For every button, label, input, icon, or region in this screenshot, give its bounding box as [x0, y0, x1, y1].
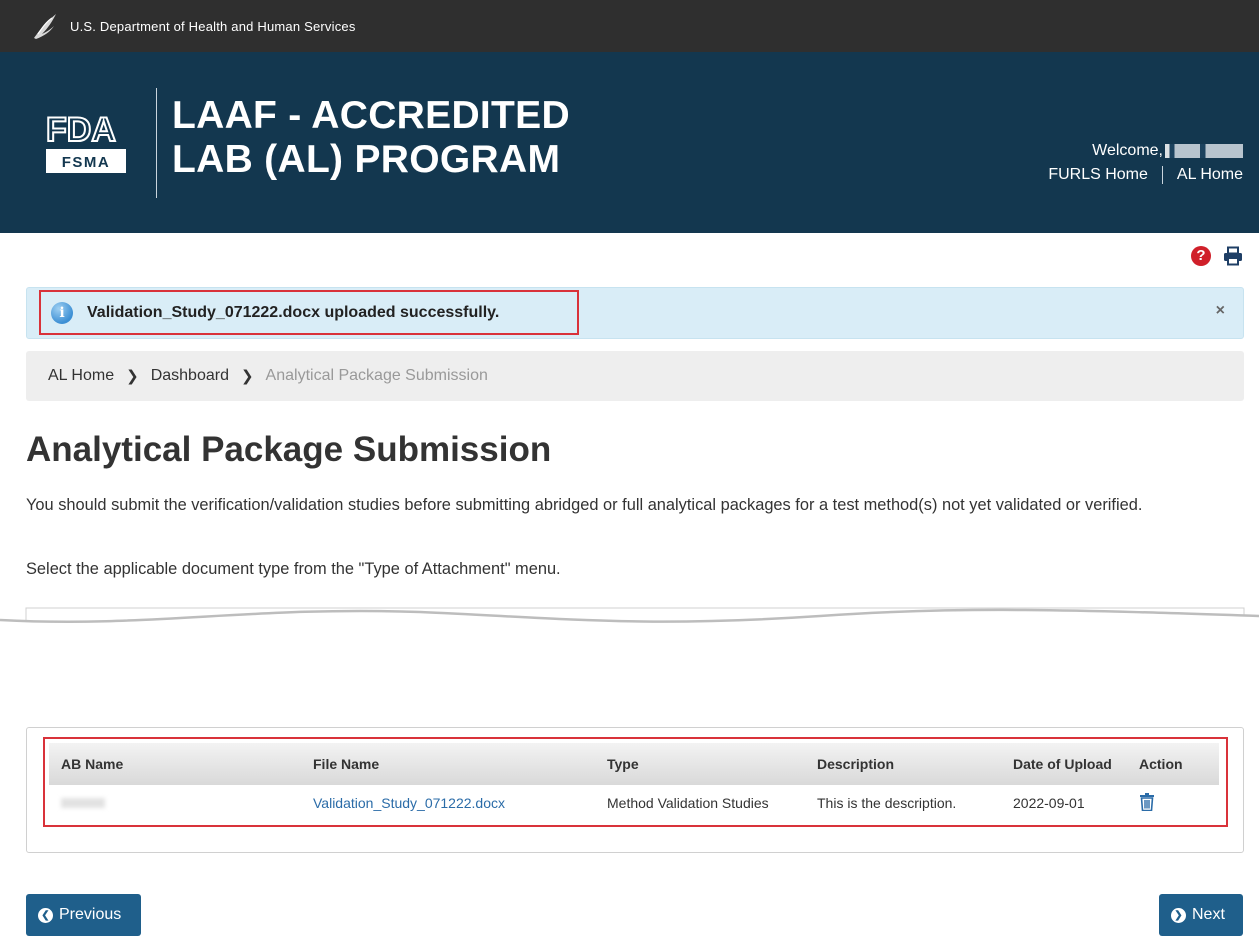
- fda-fsma-logo: FDA FSMA: [45, 110, 126, 173]
- chevron-right-circle-icon: ❯: [1171, 907, 1186, 923]
- breadcrumb-current: Analytical Package Submission: [265, 367, 488, 384]
- alert-highlight-box: i Validation_Study_071222.docx uploaded …: [39, 290, 579, 335]
- print-icon[interactable]: [1223, 246, 1243, 266]
- col-file-name: File Name: [313, 756, 380, 772]
- upload-success-alert: i Validation_Study_071222.docx uploaded …: [26, 287, 1244, 339]
- logo-fda-text: FDA: [46, 111, 116, 149]
- description-cell: This is the description.: [817, 795, 957, 811]
- col-action: Action: [1139, 756, 1183, 772]
- user-name-redacted: [1165, 144, 1243, 158]
- welcome-text: Welcome,: [1092, 142, 1163, 159]
- file-name-cell: Validation_Study_071222.docx: [301, 785, 595, 821]
- chevron-right-icon: ❯: [126, 368, 139, 385]
- attachments-highlight-box: AB Name File Name Type Description Date …: [43, 737, 1228, 827]
- app-title: LAAF - ACCREDITED LAB (AL) PROGRAM: [172, 94, 570, 182]
- col-date-of-upload: Date of Upload: [1013, 756, 1112, 772]
- attachments-table: AB Name File Name Type Description Date …: [49, 743, 1219, 821]
- trash-icon[interactable]: [1139, 792, 1155, 811]
- type-cell: Method Validation Studies: [607, 795, 769, 811]
- app-title-line1: LAAF - ACCREDITED: [172, 94, 570, 137]
- file-link[interactable]: Validation_Study_071222.docx: [313, 795, 505, 811]
- ab-name-cell: [49, 785, 301, 821]
- question-circle-icon[interactable]: ?: [1191, 246, 1211, 266]
- attachments-panel: AB Name File Name Type Description Date …: [26, 727, 1244, 853]
- col-type: Type: [607, 756, 639, 772]
- site-header: FDA FSMA LAAF - ACCREDITED LAB (AL) PROG…: [0, 52, 1259, 233]
- instruction-text: Select the applicable document type from…: [26, 560, 561, 578]
- page-tools: ?: [1191, 246, 1243, 266]
- col-description: Description: [817, 756, 895, 772]
- intro-text: You should submit the verification/valid…: [26, 496, 1143, 514]
- page-title: Analytical Package Submission: [26, 430, 552, 469]
- hhs-top-bar: U.S. Department of Health and Human Serv…: [0, 0, 1259, 52]
- info-icon: i: [51, 301, 73, 324]
- next-label: Next: [1192, 906, 1225, 923]
- al-home-link[interactable]: AL Home: [1177, 164, 1243, 186]
- previous-label: Previous: [59, 906, 122, 923]
- close-icon[interactable]: ×: [1216, 302, 1225, 320]
- app-title-line2: LAB (AL) PROGRAM: [172, 138, 561, 181]
- alert-message: Validation_Study_071222.docx uploaded su…: [87, 303, 500, 321]
- table-row: Validation_Study_071222.docx Method Vali…: [49, 785, 1219, 821]
- hhs-eagle-icon: [34, 14, 56, 39]
- link-separator: [1161, 166, 1163, 184]
- breadcrumb: AL Home ❯ Dashboard ❯ Analytical Package…: [26, 351, 1244, 401]
- date-cell: 2022-09-01: [1013, 795, 1085, 811]
- user-area: Welcome, FURLS Home AL Home: [1048, 140, 1243, 186]
- agency-name: U.S. Department of Health and Human Serv…: [70, 18, 356, 34]
- furls-home-link[interactable]: FURLS Home: [1048, 164, 1148, 186]
- breadcrumb-dashboard[interactable]: Dashboard: [151, 367, 229, 385]
- torn-edge-divider: [0, 607, 1259, 638]
- chevron-left-circle-icon: ❮: [38, 907, 53, 923]
- ab-name-redacted: [61, 798, 105, 808]
- col-ab-name: AB Name: [61, 756, 124, 772]
- logo-fsma-text: FSMA: [62, 154, 111, 171]
- breadcrumb-al-home[interactable]: AL Home: [48, 367, 114, 385]
- previous-button[interactable]: ❮ Previous: [26, 894, 141, 936]
- table-header-row: AB Name File Name Type Description Date …: [49, 743, 1219, 785]
- action-cell: [1127, 785, 1219, 821]
- logo-divider: [156, 88, 157, 198]
- chevron-right-icon: ❯: [240, 368, 254, 385]
- next-button[interactable]: ❯ Next: [1159, 894, 1243, 936]
